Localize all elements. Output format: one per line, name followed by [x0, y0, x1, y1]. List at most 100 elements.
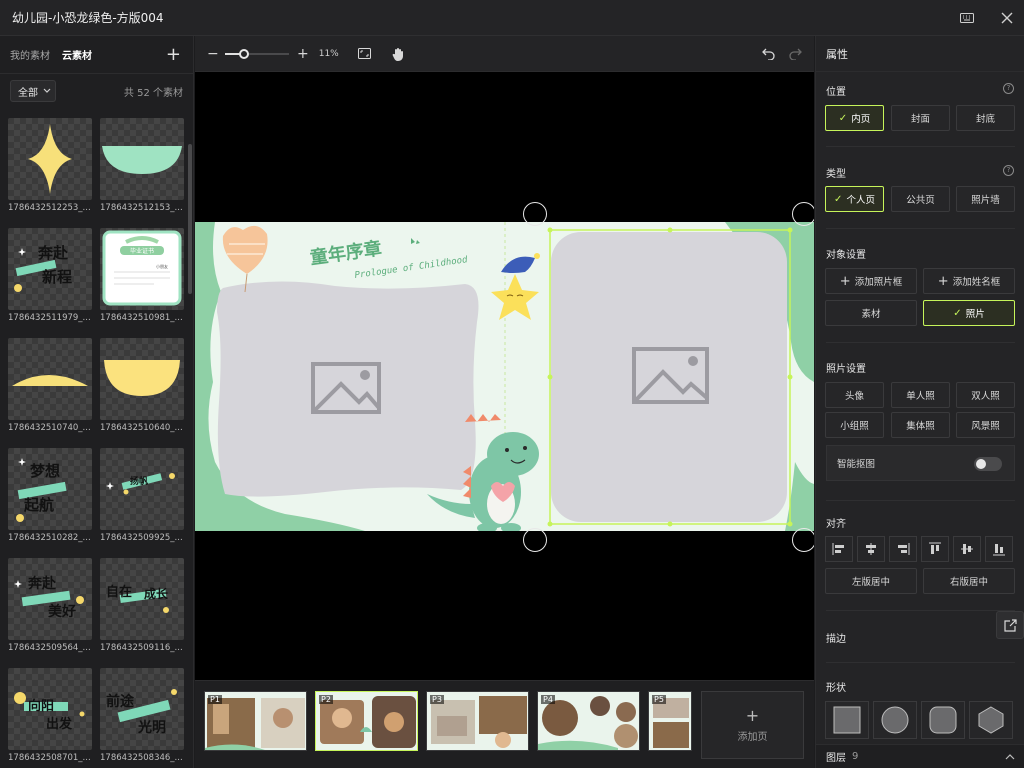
align-title: 对齐 [826, 519, 846, 530]
green-half-circle-icon [102, 146, 182, 174]
asset-item[interactable]: 梦想 起航 1786432510282_... [8, 448, 92, 543]
photo-settings-title: 照片设置 [826, 364, 866, 375]
shape-circle-icon[interactable] [873, 701, 917, 739]
close-icon[interactable] [998, 9, 1016, 27]
position-title: 位置 [826, 87, 846, 98]
title-bar: 幼儿园-小恐龙绿色-方版004 [0, 0, 1024, 36]
page-spread[interactable]: 童年序章 Prologue of Childhood [195, 222, 814, 531]
shape-square-icon[interactable] [825, 701, 869, 739]
photo-landscape-button[interactable]: 风景照 [956, 412, 1015, 438]
external-link-icon[interactable] [996, 611, 1024, 639]
page-thumbnail[interactable]: P3 [426, 691, 529, 751]
position-inner-button[interactable]: ✓ 内页 [825, 105, 884, 131]
position-cover-button[interactable]: 封面 [891, 105, 950, 131]
undo-icon[interactable] [762, 46, 776, 63]
hand-tool-icon[interactable] [391, 46, 407, 62]
position-back-button[interactable]: 封底 [956, 105, 1015, 131]
stroke-title: 描边 [826, 634, 846, 645]
chevron-up-icon [1005, 753, 1015, 759]
check-icon: ✓ [953, 307, 962, 319]
chevron-down-icon [43, 88, 51, 93]
asset-item[interactable]: 自在 成长 1786432509116_... [100, 558, 184, 653]
photo-button[interactable]: ✓ 照片 [923, 300, 1015, 326]
svg-text:自在: 自在 [106, 584, 132, 600]
certificate-card-icon: 毕业证书小朋友 [102, 230, 182, 306]
photo-double-button[interactable]: 双人照 [956, 382, 1015, 408]
asset-item[interactable]: 1786432510740_... [8, 338, 92, 433]
asset-item[interactable]: 1786432512153_... [100, 118, 184, 213]
layers-bar[interactable]: 图层 9 [816, 744, 1024, 768]
asset-item[interactable]: 1786432510640_... [100, 338, 184, 433]
type-personal-button[interactable]: ✓ 个人页 [825, 186, 884, 212]
calligraphy-title-icon: 奔赴新程 [14, 244, 72, 292]
type-public-button[interactable]: 公共页 [891, 186, 950, 212]
canvas-toolbar: − + 11% [195, 36, 814, 72]
photo-avatar-button[interactable]: 头像 [825, 382, 884, 408]
page-thumbnail[interactable]: P4 [537, 691, 640, 751]
type-title: 类型 [826, 169, 846, 180]
photo-group-button[interactable]: 小组照 [825, 412, 884, 438]
add-photo-frame-button[interactable]: + 添加照片框 [825, 268, 917, 294]
add-asset-button[interactable]: + [166, 46, 181, 64]
align-top-icon[interactable] [921, 536, 949, 562]
svg-text:出发: 出发 [46, 716, 73, 732]
calligraphy-title-icon: 扬帆 [106, 473, 175, 495]
asset-item[interactable]: 奔赴 新程 1786432511979_... [8, 228, 92, 323]
check-icon: ✓ [838, 112, 848, 124]
svg-text:美好: 美好 [48, 603, 76, 620]
plus-icon: + [745, 705, 760, 725]
shape-hexagon-icon[interactable] [969, 701, 1013, 739]
plus-icon: + [839, 273, 851, 289]
rotate-handle[interactable] [792, 202, 814, 226]
calligraphy-title-icon: 向阳出发 [14, 692, 85, 732]
rotate-handle[interactable] [792, 528, 814, 552]
tab-my-assets[interactable]: 我的素材 [10, 47, 50, 62]
help-icon[interactable]: ? [1003, 165, 1014, 176]
svg-text:扬帆: 扬帆 [130, 475, 148, 487]
category-filter-select[interactable]: 全部 [10, 80, 56, 102]
align-left-icon[interactable] [825, 536, 853, 562]
page-thumbnail[interactable]: P5 [648, 691, 692, 751]
asset-item[interactable]: 扬帆 1786432509925_... [100, 448, 184, 543]
zoom-out-button[interactable]: − [207, 47, 219, 61]
plus-icon: + [937, 273, 949, 289]
add-name-frame-button[interactable]: + 添加姓名框 [923, 268, 1015, 294]
type-photo-wall-button[interactable]: 照片墙 [956, 186, 1015, 212]
svg-text:前途: 前途 [106, 693, 135, 710]
asset-item[interactable]: 向阳 出发 1786432508701_... [8, 668, 92, 763]
asset-item[interactable]: 前途 光明 1786432508346_... [100, 668, 184, 763]
zoom-in-button[interactable]: + [297, 47, 309, 61]
left-page-center-button[interactable]: 左版居中 [825, 568, 917, 594]
photo-class-button[interactable]: 集体照 [891, 412, 950, 438]
category-filter-value: 全部 [18, 87, 38, 99]
redo-icon[interactable] [788, 46, 802, 63]
keyboard-icon[interactable] [958, 9, 976, 27]
material-button[interactable]: 素材 [825, 300, 917, 326]
align-center-horizontal-icon[interactable] [857, 536, 885, 562]
design-canvas[interactable]: 童年序章 Prologue of Childhood [195, 72, 814, 680]
align-right-icon[interactable] [889, 536, 917, 562]
align-bottom-icon[interactable] [985, 536, 1013, 562]
page-thumbnail-active[interactable]: P2 [315, 691, 418, 751]
add-page-button[interactable]: + 添加页 [701, 691, 804, 759]
rotate-handle[interactable] [523, 202, 547, 226]
help-icon[interactable]: ? [1003, 83, 1014, 94]
asset-item[interactable]: 1786432512253_... [8, 118, 92, 213]
tab-cloud-assets[interactable]: 云素材 [62, 47, 92, 62]
fit-screen-icon[interactable] [357, 46, 373, 62]
shape-rounded-square-icon[interactable] [921, 701, 965, 739]
window-title: 幼儿园-小恐龙绿色-方版004 [12, 11, 164, 25]
asset-item[interactable]: 奔赴 美好 1786432509564_... [8, 558, 92, 653]
right-page-center-button[interactable]: 右版居中 [923, 568, 1015, 594]
zoom-slider-handle[interactable] [239, 48, 250, 59]
rotate-handle[interactable] [523, 528, 547, 552]
asset-scrollbar[interactable] [188, 144, 192, 294]
align-middle-vertical-icon[interactable] [953, 536, 981, 562]
asset-item[interactable]: 毕业证书 小朋友 1786432510981_... [100, 228, 184, 323]
zoom-slider[interactable] [225, 48, 289, 60]
photo-single-button[interactable]: 单人照 [891, 382, 950, 408]
svg-text:光明: 光明 [137, 719, 166, 736]
check-icon: ✓ [834, 193, 843, 205]
page-thumbnail[interactable]: P1 [204, 691, 307, 751]
smart-cutout-toggle[interactable] [974, 457, 1002, 471]
